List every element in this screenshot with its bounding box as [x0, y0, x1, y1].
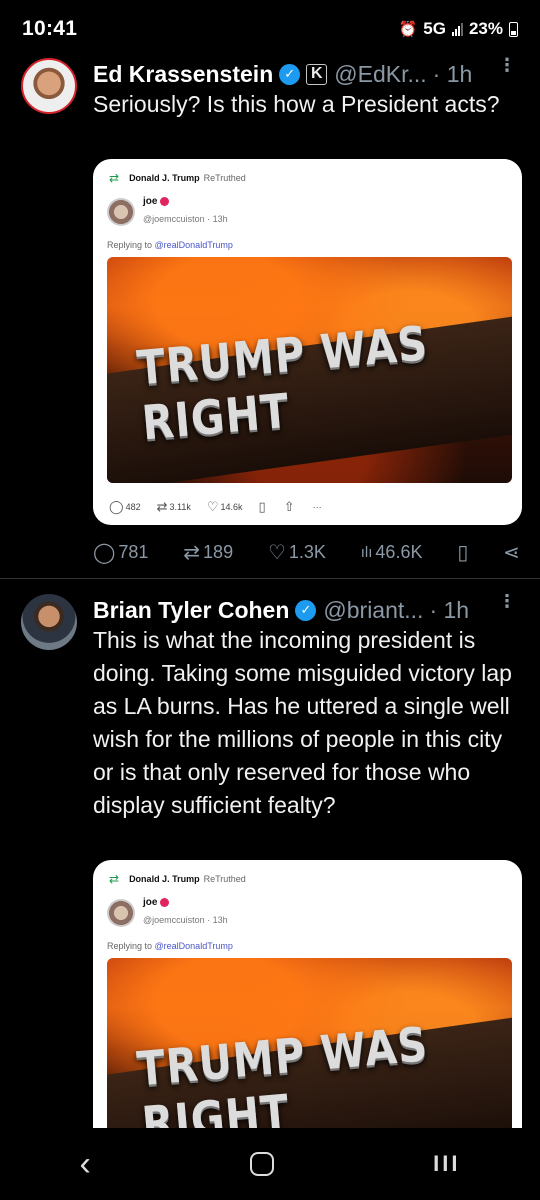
retruth-line: ⇄ Donald J. Trump ReTruthed	[109, 171, 246, 185]
retruth-icon: ⇄	[109, 171, 120, 185]
card-like-icon: ♡	[206, 499, 219, 514]
card-handle: @joemccuiston · 13h	[143, 214, 228, 224]
reply-button[interactable]: ◯ 781	[93, 540, 148, 565]
retweet-count: 189	[203, 541, 234, 562]
more-options-icon[interactable]: ⋮	[498, 56, 516, 74]
tweet-text: This is what the incoming president is d…	[93, 627, 512, 818]
card-retruth-icon: ⇄	[156, 499, 168, 514]
system-nav-bar: ‹ III	[0, 1128, 540, 1200]
card-image: TRUMP WAS RIGHT	[107, 958, 512, 1128]
affiliate-badge-icon: K	[306, 63, 328, 85]
card-reply-to: @realDonaldTrump	[154, 240, 233, 250]
author-name[interactable]: Brian Tyler Cohen	[93, 597, 289, 624]
author-name[interactable]: Ed Krassenstein	[93, 61, 273, 88]
card-reply-count: 482	[125, 502, 141, 512]
card-reply-prefix: Replying to	[107, 941, 155, 951]
bookmark-button[interactable]: ▯	[457, 540, 468, 565]
card-reply-prefix: Replying to	[107, 240, 155, 250]
card-username: joe	[143, 196, 158, 207]
card-avatar	[107, 198, 135, 226]
like-icon: ♡	[267, 541, 286, 564]
tweet-time: · 1h	[429, 596, 470, 623]
verified-icon: ✓	[295, 599, 317, 621]
retruth-label: ReTruthed	[203, 173, 246, 183]
card-user: joe	[143, 897, 170, 908]
bookmark-icon: ▯	[457, 541, 469, 564]
battery-icon	[509, 21, 518, 37]
views-count: 46.6K	[375, 541, 423, 562]
network-label: 5G	[423, 19, 446, 38]
card-reply-line: Replying to @realDonaldTrump	[107, 941, 233, 951]
retruth-author: Donald J. Trump	[129, 173, 200, 183]
card-image: TRUMP WAS RIGHT	[107, 257, 512, 483]
tweet[interactable]: Brian Tyler Cohen ✓ @briant... · 1h ⋮ Th…	[0, 594, 540, 1128]
like-button[interactable]: ♡ 1.3K	[268, 540, 326, 565]
card-bookmark-icon: ▯	[258, 499, 266, 514]
home-icon[interactable]	[249, 1152, 274, 1176]
card-retruth-count: 3.11k	[169, 502, 191, 512]
share-button[interactable]: ⋖	[503, 540, 520, 565]
battery-label: 23%	[468, 19, 503, 38]
card-like-count: 14.6k	[220, 502, 243, 512]
reply-count: 781	[118, 541, 149, 562]
retruth-author: Donald J. Trump	[129, 874, 200, 884]
card-user: joe	[143, 196, 170, 207]
retweet-icon: ⇄	[183, 541, 201, 564]
retweet-button[interactable]: ⇄ 189	[183, 540, 233, 565]
retruth-line: ⇄ Donald J. Trump ReTruthed	[109, 872, 246, 886]
card-reply-to: @realDonaldTrump	[154, 941, 233, 951]
card-actions: ◯ 482 ⇄ 3.11k ♡ 14.6k ▯ ⇧ ···	[109, 499, 330, 515]
tweet-header: Brian Tyler Cohen ✓ @briant... · 1h ⋮	[93, 594, 520, 626]
reply-icon: ◯	[93, 541, 116, 564]
card-handle: @joemccuiston · 13h	[143, 915, 228, 925]
card-badge-icon	[160, 196, 170, 206]
retruth-icon: ⇄	[109, 872, 120, 886]
image-sign-text: TRUMP WAS RIGHT	[135, 1016, 431, 1128]
recent-apps-icon[interactable]: III	[433, 1151, 460, 1177]
status-bar: 10:41 ⏰ 5G 23%	[0, 0, 540, 58]
views-icon: ılı	[360, 543, 373, 561]
card-badge-icon	[160, 897, 170, 907]
tweet-header: Ed Krassenstein ✓ K @EdKr... · 1h ⋮	[93, 56, 520, 90]
more-options-icon[interactable]: ⋮	[498, 594, 516, 610]
tweet[interactable]: Ed Krassenstein ✓ K @EdKr... · 1h ⋮ Seri…	[0, 56, 540, 578]
avatar[interactable]	[21, 594, 77, 650]
tweet-action-bar: ◯ 781 ⇄ 189 ♡ 1.3K ılı 46.6K ▯ ⋖	[93, 538, 520, 566]
embedded-image-card[interactable]: ⇄ Donald J. Trump ReTruthed joe @joemccu…	[93, 159, 522, 525]
back-icon[interactable]: ‹	[80, 1145, 91, 1184]
views-button[interactable]: ılı 46.6K	[361, 542, 423, 563]
embedded-image-card[interactable]: ⇄ Donald J. Trump ReTruthed joe @joemccu…	[93, 860, 522, 1128]
verified-icon: ✓	[279, 63, 301, 85]
status-time: 10:41	[22, 17, 78, 40]
card-share-icon: ⇧	[283, 499, 295, 514]
card-username: joe	[143, 897, 158, 908]
card-reply-line: Replying to @realDonaldTrump	[107, 240, 233, 250]
card-reply-icon: ◯	[109, 499, 124, 514]
author-handle: @EdKr...	[334, 60, 427, 87]
like-count: 1.3K	[288, 541, 326, 562]
tweet-text: Seriously? Is this how a President acts?	[93, 91, 500, 117]
avatar[interactable]	[21, 58, 77, 114]
author-handle: @briant...	[323, 596, 424, 623]
signal-icon	[451, 22, 463, 36]
card-avatar	[107, 899, 135, 927]
tweet-time: · 1h	[432, 60, 473, 87]
share-icon: ⋖	[503, 541, 520, 564]
status-indicators: ⏰ 5G 23%	[399, 19, 518, 39]
tweet-divider	[0, 578, 540, 579]
card-more-icon: ···	[312, 502, 322, 512]
retruth-label: ReTruthed	[203, 874, 246, 884]
alarm-icon: ⏰	[398, 21, 418, 38]
